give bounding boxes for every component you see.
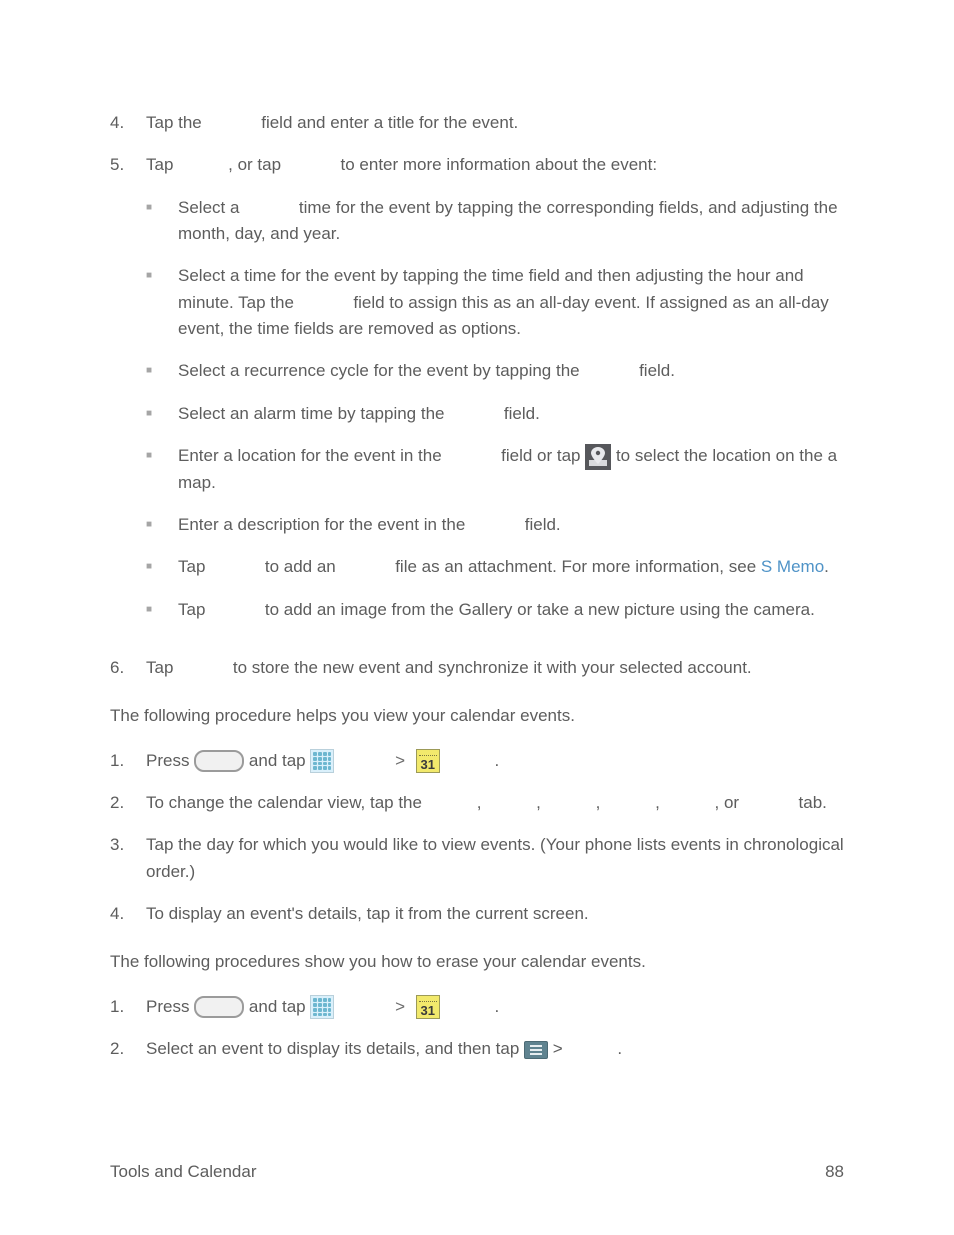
list-item-body: Select an event to display its details, … xyxy=(146,1036,844,1062)
bullet: ■ xyxy=(146,443,178,496)
list-item-body: Tap to add an file as an attachment. For… xyxy=(178,554,844,580)
list-item: ■Enter a location for the event in the f… xyxy=(146,443,844,496)
list-item-body: Press and tap > 31 . xyxy=(146,748,844,774)
apps-grid-icon xyxy=(310,749,334,773)
list-item: ■Tap to add an image from the Gallery or… xyxy=(146,597,844,623)
erase-events-intro: The following procedures show you how to… xyxy=(110,949,844,975)
list-item-body: Select an alarm time by tapping the fiel… xyxy=(178,401,844,427)
list-item-body: Select a recurrence cycle for the event … xyxy=(178,358,844,384)
list-item: ■Select an alarm time by tapping the fie… xyxy=(146,401,844,427)
footer-page-number: 88 xyxy=(825,1159,844,1185)
calendar-icon: 31 xyxy=(416,749,440,773)
bullet: ■ xyxy=(146,554,178,580)
bullet: ■ xyxy=(146,512,178,538)
list-item: ■Select a time for the event by tapping … xyxy=(146,195,844,248)
list-item-body: To display an event's details, tap it fr… xyxy=(146,901,844,927)
bullet: ■ xyxy=(146,358,178,384)
list-item-body: Tap the field and enter a title for the … xyxy=(146,110,844,136)
list-number: 2. xyxy=(110,1036,146,1062)
view-events-intro: The following procedure helps you view y… xyxy=(110,703,844,729)
list-item-body: Tap the day for which you would like to … xyxy=(146,832,844,885)
breadcrumb-separator: > xyxy=(395,748,405,774)
list-item: ■Enter a description for the event in th… xyxy=(146,512,844,538)
list-item-body: Enter a location for the event in the fi… xyxy=(178,443,844,496)
list-number: 2. xyxy=(110,790,146,816)
home-button-icon xyxy=(194,996,244,1018)
bullet: ■ xyxy=(146,263,178,342)
list-number: 1. xyxy=(110,994,146,1020)
list-number: 3. xyxy=(110,832,146,858)
list-item: ■Tap to add an file as an attachment. Fo… xyxy=(146,554,844,580)
map-marker-icon xyxy=(585,444,611,470)
list-item: 4.To display an event's details, tap it … xyxy=(110,901,844,927)
list-item: 3.Tap the day for which you would like t… xyxy=(110,832,844,885)
list-item-body: Press and tap > 31 . xyxy=(146,994,844,1020)
list-number: 4. xyxy=(110,901,146,927)
list-item: 6.Tap to store the new event and synchro… xyxy=(110,655,844,681)
footer-section-title: Tools and Calendar xyxy=(110,1159,256,1185)
list-number: 6. xyxy=(110,655,146,681)
breadcrumb-separator: > xyxy=(395,994,405,1020)
list-item-body: Enter a description for the event in the… xyxy=(178,512,844,538)
bullet: ■ xyxy=(146,195,178,248)
menu-button-icon xyxy=(524,1041,548,1059)
list-item: 1.Press and tap > 31 . xyxy=(110,994,844,1020)
bullet: ■ xyxy=(146,401,178,427)
link[interactable]: S Memo xyxy=(761,557,824,576)
list-item-body: Tap to add an image from the Gallery or … xyxy=(178,597,844,623)
list-item: 2.To change the calendar view, tap the ,… xyxy=(110,790,844,816)
list-number: 4. xyxy=(110,110,146,136)
view-events-steps: 1.Press and tap > 31 .2.To change the ca… xyxy=(110,748,844,928)
home-button-icon xyxy=(194,750,244,772)
list-item-body: Tap to store the new event and synchroni… xyxy=(146,655,844,681)
list-item: 5.Tap , or tap to enter more information… xyxy=(110,152,844,639)
list-item: 4.Tap the field and enter a title for th… xyxy=(110,110,844,136)
list-item-body: Select a time for the event by tapping t… xyxy=(178,263,844,342)
document-page: 4.Tap the field and enter a title for th… xyxy=(0,0,954,1235)
list-item: 2.Select an event to display its details… xyxy=(110,1036,844,1062)
list-item-body: To change the calendar view, tap the , ,… xyxy=(146,790,844,816)
list-number: 1. xyxy=(110,748,146,774)
erase-events-steps: 1.Press and tap > 31 .2.Select an event … xyxy=(110,994,844,1063)
bullet: ■ xyxy=(146,597,178,623)
sub-bullet-list: ■Select a time for the event by tapping … xyxy=(146,195,844,623)
list-item: 1.Press and tap > 31 . xyxy=(110,748,844,774)
apps-grid-icon xyxy=(310,995,334,1019)
list-number: 5. xyxy=(110,152,146,639)
calendar-icon: 31 xyxy=(416,995,440,1019)
list-item-body: Select a time for the event by tapping t… xyxy=(178,195,844,248)
page-footer: Tools and Calendar 88 xyxy=(110,1159,844,1185)
numbered-list-continuation: 4.Tap the field and enter a title for th… xyxy=(110,110,844,681)
list-item: ■Select a time for the event by tapping … xyxy=(146,263,844,342)
list-item: ■Select a recurrence cycle for the event… xyxy=(146,358,844,384)
list-item-body: Tap , or tap to enter more information a… xyxy=(146,152,844,639)
